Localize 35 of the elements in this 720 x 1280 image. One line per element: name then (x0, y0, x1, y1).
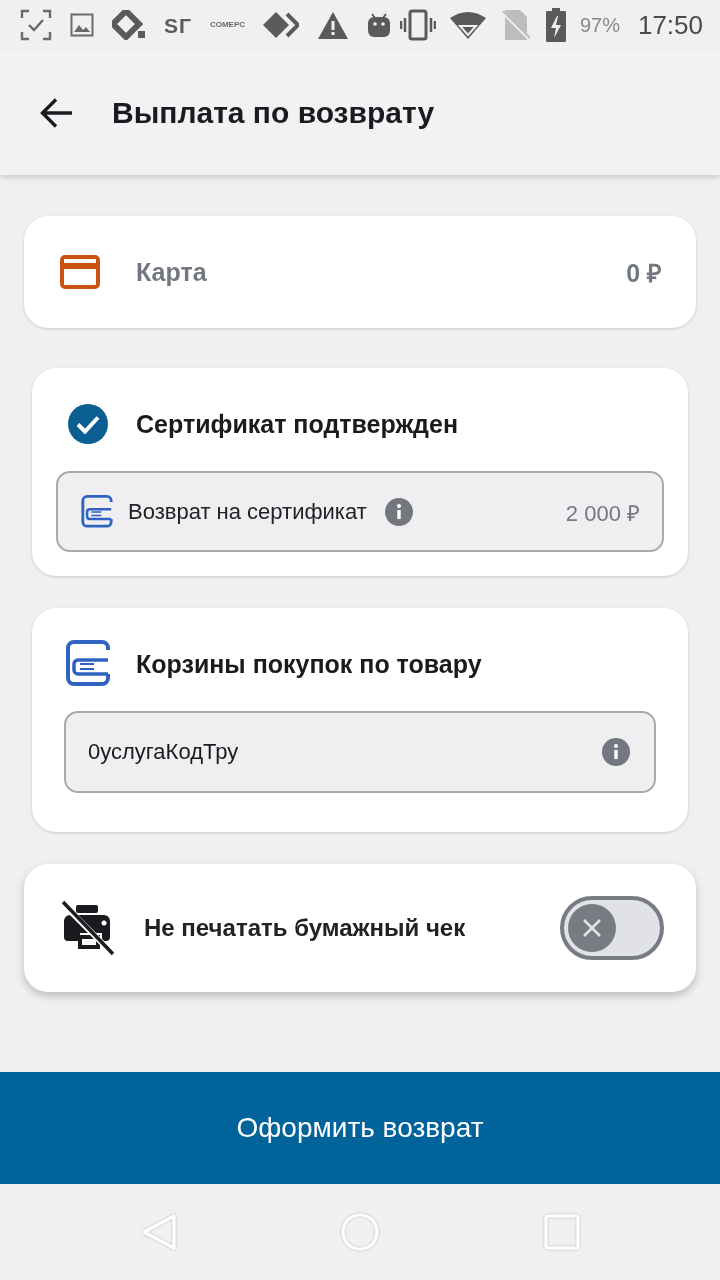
payment-amount: 0 ₽ (626, 258, 662, 289)
app-logo-text: SГ (164, 14, 192, 36)
diamond-chevron-icon (263, 11, 300, 39)
receipt-option-label: Не печатать бумажный чек (144, 914, 466, 942)
refund-label: Возврат на сертификат (128, 498, 367, 525)
cart-title: Корзины покупок по товару (136, 649, 482, 679)
toggle-switch[interactable] (560, 896, 664, 960)
battery-charging-icon (545, 8, 566, 42)
certificate-refund-row[interactable]: Возврат на сертификат 2 000 ₽ (56, 471, 664, 552)
payment-method-label: Карта (136, 257, 207, 287)
warning-icon (317, 11, 350, 39)
x-icon (568, 904, 616, 952)
image-icon (70, 13, 94, 37)
no-sim-icon (499, 9, 532, 41)
diamond-logo-icon (112, 10, 146, 40)
vibrate-icon (399, 9, 436, 41)
card-payment-row[interactable]: Карта 0 ₽ (24, 216, 696, 328)
android-icon (367, 12, 392, 38)
wifi-icon (449, 11, 486, 39)
screen-title: Выплата по возврату (112, 95, 435, 130)
refund-amount: 2 000 ₽ (565, 499, 640, 527)
printer-off-icon (60, 899, 116, 957)
back-arrow-icon[interactable] (40, 97, 72, 128)
info-icon[interactable] (602, 738, 630, 766)
submit-refund-button[interactable]: Оформить возврат (0, 1072, 720, 1184)
credit-card-icon (60, 255, 100, 289)
scan-check-icon (20, 9, 52, 41)
info-icon[interactable] (384, 497, 413, 526)
certificate-status-title: Сертификат подтвержден (136, 409, 458, 439)
certificate-card-icon (64, 640, 112, 688)
status-time: 17:50 (637, 12, 703, 38)
service-code-field[interactable]: 0услугаКодТру (64, 711, 656, 793)
certificate-card-icon (80, 494, 114, 529)
battery-percent: 97% (579, 15, 620, 35)
app-logo-text: COMEPC (209, 21, 246, 29)
